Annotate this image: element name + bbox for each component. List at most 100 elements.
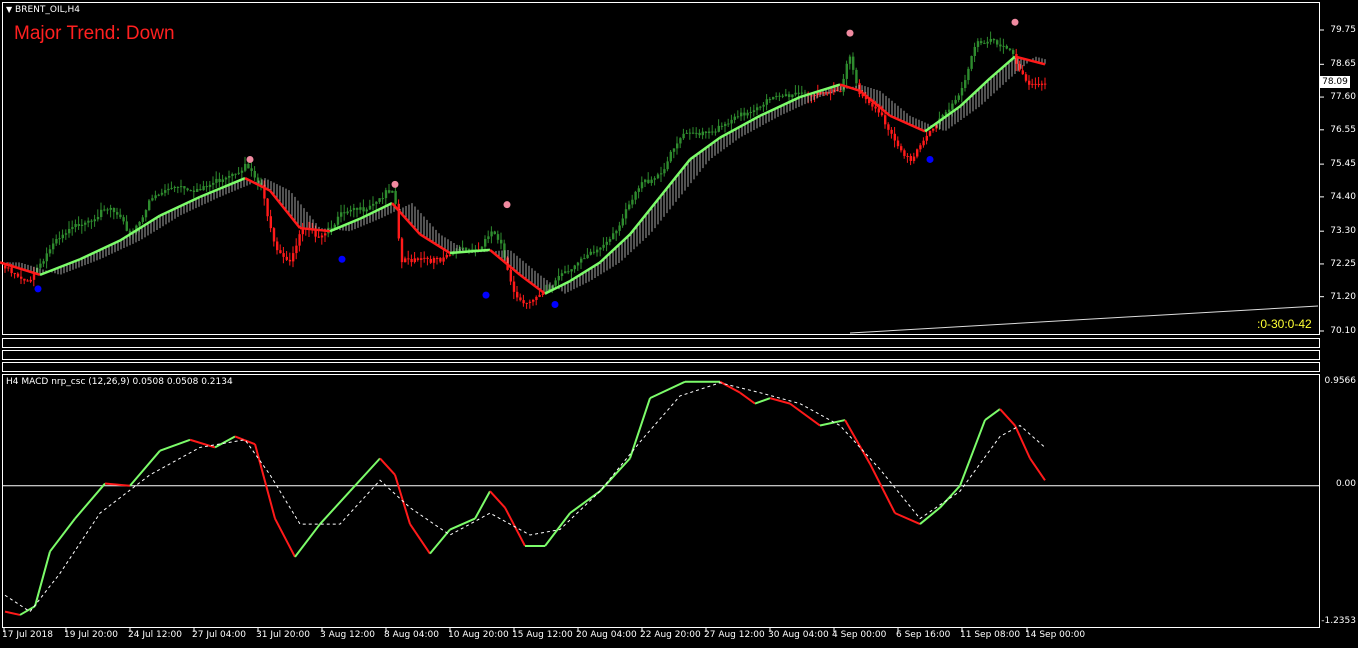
- candle-body: [743, 112, 746, 116]
- macd-main-line: [919, 506, 941, 525]
- candle-body: [720, 125, 724, 127]
- moving-average-line: [599, 233, 631, 264]
- candle-body: [247, 163, 250, 169]
- macd-main-line: [844, 419, 871, 465]
- candle-body: [103, 209, 106, 211]
- moving-average-line: [629, 196, 661, 236]
- macd-main-line: [789, 402, 821, 427]
- candle-body: [948, 109, 951, 113]
- candle-body: [912, 156, 916, 161]
- candle-body: [896, 140, 900, 147]
- macd-main-line: [254, 443, 276, 519]
- candle-body: [445, 254, 448, 258]
- candle-body: [928, 130, 932, 136]
- candle-body: [973, 46, 976, 57]
- candle-body: [64, 233, 68, 235]
- candle-body: [231, 173, 234, 177]
- candle-body: [996, 40, 999, 45]
- candle-body: [951, 103, 954, 110]
- candle-body: [400, 238, 404, 263]
- fractal-high-dot: [391, 180, 399, 188]
- candle-body: [215, 178, 218, 183]
- candle-body: [1012, 50, 1015, 54]
- candle-body: [1044, 83, 1047, 85]
- candle-body: [144, 210, 148, 218]
- candle-body: [704, 131, 708, 134]
- candle-body: [96, 217, 100, 220]
- candle-body: [202, 186, 205, 191]
- candle-body: [48, 249, 52, 254]
- candle-body: [336, 216, 340, 225]
- candle-body: [352, 208, 356, 210]
- candle-body: [330, 227, 333, 229]
- candle-body: [672, 148, 676, 152]
- candle-body: [279, 250, 282, 254]
- candle-body: [781, 95, 784, 97]
- moving-average-line: [39, 258, 81, 277]
- candle-body: [378, 198, 381, 202]
- candle-body: [87, 220, 90, 223]
- candle-body: [285, 256, 288, 260]
- candle-body: [909, 156, 912, 161]
- candle-body: [410, 258, 413, 263]
- candle-body: [724, 123, 727, 126]
- candle-body: [986, 41, 989, 44]
- candle-body: [1024, 74, 1028, 81]
- candle-body: [356, 208, 359, 210]
- candle-body: [522, 300, 525, 304]
- candle-body: [784, 94, 788, 97]
- candle-body: [570, 269, 573, 272]
- candle-body: [599, 247, 602, 250]
- candle-body: [778, 95, 781, 97]
- candle-body: [852, 56, 855, 70]
- candle-body: [269, 216, 272, 229]
- candle-body: [564, 271, 567, 274]
- chart-canvas[interactable]: [0, 0, 1358, 648]
- macd-main-line: [49, 517, 76, 553]
- candle-body: [999, 44, 1002, 47]
- macd-main-line: [234, 435, 256, 446]
- candle-body: [436, 258, 439, 260]
- candle-body: [768, 99, 772, 101]
- candle-body: [631, 199, 634, 205]
- candle-body: [634, 191, 637, 200]
- candle-body: [509, 269, 512, 282]
- candle-body: [983, 43, 986, 45]
- candle-body: [733, 116, 736, 120]
- candle-body: [29, 279, 32, 282]
- candle-body: [893, 133, 896, 141]
- candle-body: [880, 112, 884, 116]
- candle-body: [349, 209, 352, 212]
- candle-body: [759, 106, 762, 108]
- candle-body: [567, 271, 570, 273]
- candle-body: [826, 92, 829, 94]
- candle-body: [557, 275, 560, 281]
- candle-body: [420, 258, 423, 260]
- candle-body: [890, 129, 893, 134]
- candle-body: [628, 204, 631, 210]
- candle-body: [404, 258, 407, 263]
- candle-body: [532, 299, 535, 302]
- candle-body: [186, 188, 189, 191]
- macd-main-line: [294, 523, 321, 558]
- candle-body: [320, 235, 324, 238]
- candle-body: [106, 209, 109, 211]
- candle-body: [512, 281, 516, 292]
- candle-body: [756, 107, 759, 111]
- candle-body: [23, 278, 26, 281]
- fractal-low-dot: [926, 155, 934, 163]
- candle-body: [676, 143, 679, 149]
- candle-body: [212, 182, 215, 185]
- candle-body: [141, 217, 144, 222]
- candle-body: [26, 280, 29, 282]
- candle-body: [154, 195, 157, 199]
- candle-body: [708, 131, 711, 134]
- candle-body: [640, 182, 644, 189]
- candle-body: [765, 99, 768, 105]
- candle-body: [32, 274, 36, 280]
- candle-body: [484, 239, 487, 247]
- moving-average-line: [689, 136, 721, 161]
- candle-body: [618, 225, 621, 231]
- candle-body: [586, 254, 589, 259]
- candle-body: [804, 92, 807, 94]
